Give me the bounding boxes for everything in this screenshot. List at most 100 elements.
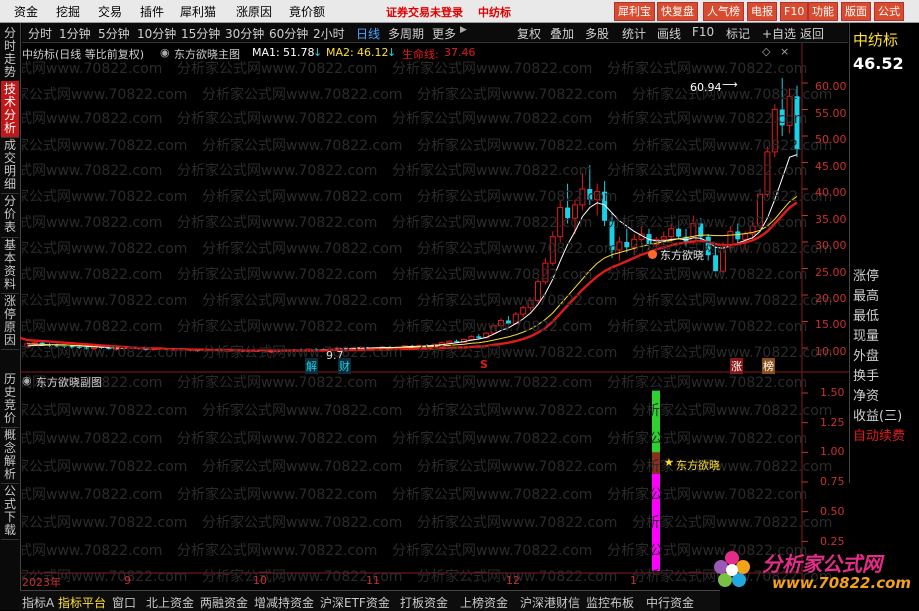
panel-row-limit-up: 涨停 — [853, 269, 880, 284]
auto-renew-link[interactable]: 自动续费 — [853, 425, 905, 444]
y-tick: 60.00 — [815, 80, 847, 93]
watermark-text: 分析家公式网www.70822.com — [177, 111, 378, 127]
btab-indicator-platform[interactable]: 指标平台 — [58, 594, 106, 611]
sub-y-tick: 0.75 — [820, 475, 845, 488]
watermark-text: 分析家公式网www.70822.com — [392, 111, 593, 127]
y-tick: 35.00 — [815, 213, 847, 226]
watermark-text: 分析家公式网www.70822.com — [22, 267, 163, 283]
tab-history-bid[interactable]: 历史竞价 — [1, 371, 19, 428]
ma2-down-arrow-icon: ↓ — [387, 46, 397, 59]
btab-indicator-a[interactable]: 指标A — [22, 594, 54, 611]
ma1-down-arrow-icon: ↓ — [313, 46, 323, 59]
watermark-text: 分析家公式网www.70822.com — [22, 543, 163, 559]
watermark-text: 分析家公式网www.70822.com — [177, 163, 378, 179]
indicator-dropdown-icon[interactable]: ◉ — [160, 46, 170, 59]
quote-panel: 中纺标 46.52 涨停 最高 最低 现量 外盘 换手 净资 收益(三) 自动续… — [849, 23, 919, 483]
date-label: 10 — [253, 574, 267, 587]
sub-y-tick: 1.00 — [820, 445, 845, 458]
high-arrow-icon: ⟶ — [722, 78, 738, 91]
watermark-text: 分析家公式网www.70822.com — [607, 163, 808, 179]
watermark-text: 分析家公式网www.70822.com — [22, 319, 163, 335]
date-label: 1 — [630, 574, 637, 587]
tab-technical[interactable]: 技术分析 — [1, 81, 19, 138]
signal-dot-icon — [648, 249, 657, 262]
panel-row-outer: 外盘 — [853, 349, 880, 364]
marker-finance[interactable]: 财 — [338, 358, 351, 374]
watermark-text: 分析家公式网www.70822.com — [202, 138, 403, 154]
sub-y-tick: 1.25 — [820, 416, 845, 429]
y-tick: 15.00 — [815, 318, 847, 331]
marker-unlock[interactable]: 解 — [305, 358, 318, 374]
watermark-text: 分析家公式网www.70822.com — [607, 487, 808, 503]
tab-concept[interactable]: 概念解析 — [1, 427, 19, 484]
btab-margin[interactable]: 两融资金 — [200, 594, 248, 611]
btab-northbound[interactable]: 北上资金 — [146, 594, 194, 611]
watermark-text: 分析家公式网www.70822.com — [392, 267, 593, 283]
watermark-text: 分析家公式网www.70822.com — [417, 138, 618, 154]
y-tick: 40.00 — [815, 186, 847, 199]
watermark-text: 分析家公式网www.70822.com — [22, 189, 188, 205]
star-icon: ★ — [664, 456, 674, 469]
left-tabs: 分时走势 技术分析 成交明细 分价表 基本资料 涨停原因 历史竞价 概念解析 公… — [0, 23, 21, 610]
btab-bank-funds[interactable]: 中行资金 — [646, 594, 694, 611]
site-logo: 分析家公式网 www.70822.com — [706, 546, 916, 594]
y-tick: 20.00 — [815, 292, 847, 305]
diamond-icon[interactable]: ◇ — [762, 45, 770, 58]
btab-monitor[interactable]: 监控布板 — [586, 594, 634, 611]
watermark-text: 分析家公式网www.70822.com — [392, 487, 593, 503]
tab-price-table[interactable]: 分价表 — [1, 193, 19, 238]
y-tick: 50.00 — [815, 133, 847, 146]
sub-y-tick: 1.50 — [820, 386, 845, 399]
watermark-text: 分析家公式网www.70822.com — [607, 375, 808, 391]
watermark-text: 分析家公式网www.70822.com — [417, 345, 618, 361]
close-indicator-icon[interactable]: × — [780, 45, 789, 58]
watermark-text: 分析家公式网www.70822.com — [177, 431, 378, 447]
panel-row-turnover: 换手 — [853, 369, 880, 384]
watermark-text: 分析家公式网www.70822.com — [202, 87, 403, 103]
indicator-name[interactable]: 东方欲晓主图 — [174, 46, 240, 62]
watermark-text: 分析家公式网www.70822.com — [202, 345, 403, 361]
watermark-text: 分析家公式网www.70822.com — [607, 431, 808, 447]
tab-intraday[interactable]: 分时走势 — [1, 25, 19, 82]
sub-indicator-title[interactable]: 东方欲晓副图 — [36, 374, 102, 390]
btab-window[interactable]: 窗口 — [112, 594, 136, 611]
btab-etf[interactable]: 沪深ETF资金 — [320, 594, 390, 611]
tab-basic-info[interactable]: 基本资料 — [1, 237, 19, 294]
watermark-text: 分析家公式网www.70822.com — [417, 293, 618, 309]
panel-row-earnings: 收益(三) — [853, 409, 903, 424]
btab-listing[interactable]: 上榜资金 — [460, 594, 508, 611]
high-price-label: 60.94 — [690, 81, 722, 94]
ma1-value: 51.78 — [283, 46, 315, 59]
signal-mark-text: 东方欲晓 — [660, 249, 704, 262]
marker-s[interactable]: S — [480, 358, 488, 371]
tab-formula-download[interactable]: 公式下载 — [1, 483, 19, 540]
sub-indicator-dropdown-icon[interactable]: ◉ — [22, 374, 32, 387]
watermark-text: 分析家公式网www.70822.com — [22, 403, 188, 419]
logo-url: www.70822.com — [772, 574, 912, 592]
watermark-text: 分析家公式网www.70822.com — [417, 403, 618, 419]
watermark-text: 分析家公式网www.70822.com — [177, 319, 378, 335]
flower-logo-icon — [714, 551, 750, 587]
tab-limit-reason[interactable]: 涨停原因 — [1, 293, 19, 350]
btab-holdings[interactable]: 增减持资金 — [254, 594, 314, 611]
sub-y-tick: 0.50 — [820, 505, 845, 518]
watermark-text: 分析家公式网www.70822.com — [177, 267, 378, 283]
panel-price: 46.52 — [853, 54, 904, 73]
watermark-text: 分析家公式网www.70822.com — [417, 515, 618, 531]
marker-list[interactable]: 榜 — [762, 358, 775, 374]
marker-limit-up[interactable]: 涨 — [730, 358, 743, 374]
tab-transactions[interactable]: 成交明细 — [1, 137, 19, 194]
logo-text: 分析家公式网 — [762, 552, 882, 576]
watermark-text: 分析家公式网www.70822.com — [22, 293, 188, 309]
watermark-text: 分析家公式网www.70822.com — [392, 215, 593, 231]
btab-hk-finance[interactable]: 沪深港财信 — [520, 594, 580, 611]
watermark-text: 分析家公式网www.70822.com — [202, 403, 403, 419]
y-tick: 10.00 — [815, 345, 847, 358]
panel-row-volume: 现量 — [853, 329, 880, 344]
date-label: 12 — [506, 574, 520, 587]
formula-button[interactable]: 公式 — [874, 2, 904, 21]
date-label: 11 — [366, 574, 380, 587]
watermark-text: 分析家公式网www.70822.com — [417, 241, 618, 257]
y-tick: 45.00 — [815, 160, 847, 173]
btab-limit-board[interactable]: 打板资金 — [400, 594, 448, 611]
